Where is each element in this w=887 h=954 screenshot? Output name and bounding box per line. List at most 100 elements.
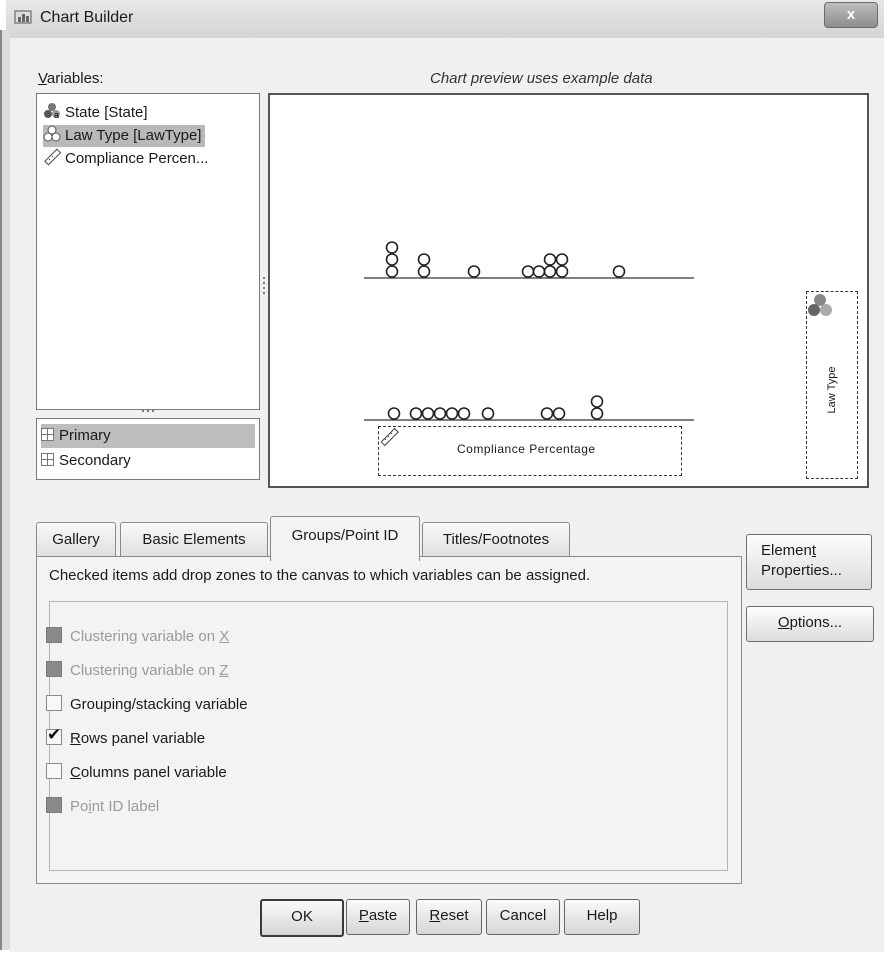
variables-list[interactable]: a State [State] Law Type [LawType] Compl…	[36, 93, 260, 410]
preview-dot	[555, 253, 569, 266]
element-properties-button[interactable]: Element Properties...	[746, 534, 872, 590]
rows-panel-label-box: Law Type	[809, 352, 855, 432]
paste-button[interactable]: Paste	[346, 899, 410, 935]
checkbox-grouping-stacking[interactable]: Grouping/stacking variable	[46, 695, 248, 717]
groups-point-id-panel: Checked items add drop zones to the canv…	[36, 556, 742, 884]
grid-icon	[41, 453, 54, 466]
checkbox-box[interactable]	[46, 661, 62, 677]
ok-button[interactable]: OK	[260, 899, 344, 937]
window-left-border	[0, 30, 10, 950]
checkbox-label: Point ID label	[70, 798, 160, 815]
nominal-variable-icon: a	[44, 103, 60, 120]
variable-item-label: Law Type [LawType]	[65, 127, 202, 144]
title-bar: Chart Builder x	[6, 0, 884, 38]
tab-label: Gallery	[52, 531, 100, 548]
checkbox-box[interactable]	[46, 627, 62, 643]
checkbox-label: Rows panel variable	[70, 730, 206, 747]
x-axis-drop-zone[interactable]: Compliance Percentage	[378, 426, 682, 476]
variable-item-label: State [State]	[65, 104, 148, 121]
preview-dot	[532, 265, 546, 278]
variables-label-mnemonic: V	[38, 70, 47, 87]
checkbox-label: Clustering variable on Z	[70, 662, 229, 679]
preview-dot	[543, 253, 557, 266]
preview-dot	[543, 265, 557, 278]
tab-basic-elements[interactable]: Basic Elements	[120, 522, 268, 557]
tab-label: Titles/Footnotes	[442, 531, 550, 548]
close-button[interactable]: x	[824, 2, 878, 28]
element-item-secondary[interactable]: Secondary	[41, 449, 255, 473]
checkbox-box[interactable]	[46, 763, 62, 779]
preview-dots-row	[385, 241, 626, 278]
element-item-label: Secondary	[59, 452, 131, 469]
panel-hint-text: Checked items add drop zones to the canv…	[49, 567, 591, 584]
splitter-grip-icon	[142, 410, 154, 412]
preview-dot	[385, 265, 399, 278]
variable-item-state[interactable]: a State [State]	[43, 102, 148, 124]
preview-dot	[521, 265, 535, 278]
checkbox-rows-panel[interactable]: Rows panel variable	[46, 726, 206, 751]
preview-dots-row	[387, 395, 604, 420]
preview-dot	[552, 407, 566, 420]
grid-icon	[41, 428, 54, 441]
checkbox-box[interactable]	[46, 797, 62, 813]
rows-panel-drop-zone-label: Law Type	[826, 366, 838, 414]
chart-builder-app-icon	[14, 10, 32, 24]
checkbox-box-checked[interactable]	[46, 726, 62, 745]
element-item-primary[interactable]: Primary	[41, 424, 255, 448]
splitter-grip-icon	[263, 277, 265, 294]
preview-dot	[417, 265, 431, 278]
x-axis-drop-zone-label: Compliance Percentage	[457, 442, 596, 456]
element-list[interactable]: Primary Secondary	[36, 418, 260, 480]
reset-button[interactable]: Reset	[416, 899, 482, 935]
variable-item-label: Compliance Percen...	[65, 150, 209, 167]
close-icon: x	[846, 6, 856, 23]
svg-text:a: a	[54, 110, 59, 120]
tab-titles-footnotes[interactable]: Titles/Footnotes	[422, 522, 570, 557]
preview-dot	[467, 265, 481, 278]
chart-builder-window: Chart Builder x Variables: Chart preview…	[0, 0, 885, 952]
preview-dot	[457, 407, 471, 420]
preview-dot	[417, 253, 431, 266]
preview-dot	[540, 407, 554, 420]
nominal-variable-icon	[43, 125, 61, 142]
preview-dot	[385, 253, 399, 266]
checkbox-point-id-label[interactable]: Point ID label	[46, 797, 159, 819]
chart-preview-canvas[interactable]: Compliance Percentage Law Type	[268, 93, 869, 488]
preview-dot	[409, 407, 423, 420]
checkbox-clustering-x[interactable]: Clustering variable on X	[46, 627, 229, 649]
tab-label: Basic Elements	[142, 531, 246, 548]
preview-dot	[590, 407, 604, 420]
variables-label: Variables:	[38, 70, 104, 87]
horizontal-splitter-handle[interactable]	[138, 408, 158, 414]
tab-groups-point-id[interactable]: Groups/Point ID	[270, 516, 420, 561]
cancel-button[interactable]: Cancel	[486, 899, 560, 935]
scale-ruler-icon	[380, 427, 399, 447]
checkbox-columns-panel[interactable]: Columns panel variable	[46, 763, 227, 785]
preview-caption: Chart preview uses example data	[430, 70, 653, 87]
checkbox-label: Clustering variable on X	[70, 628, 230, 645]
element-item-label: Primary	[59, 427, 111, 444]
preview-dot	[590, 395, 604, 408]
checkbox-label: Grouping/stacking variable	[70, 696, 248, 713]
preview-dot	[421, 407, 435, 420]
preview-dot	[481, 407, 495, 420]
preview-dot	[433, 407, 447, 420]
scale-ruler-icon	[44, 148, 61, 166]
preview-dot	[385, 241, 399, 254]
variable-item-compliance[interactable]: Compliance Percen...	[43, 148, 208, 170]
preview-dot	[555, 265, 569, 278]
preview-dot	[387, 407, 401, 420]
vertical-splitter-handle[interactable]	[262, 270, 266, 300]
nominal-variable-icon	[808, 294, 832, 316]
rows-panel-drop-zone[interactable]: Law Type	[806, 291, 858, 479]
help-button[interactable]: Help	[564, 899, 640, 935]
tab-gallery[interactable]: Gallery	[36, 522, 116, 557]
options-button[interactable]: Options...	[746, 606, 874, 642]
checkbox-box[interactable]	[46, 695, 62, 711]
checkbox-clustering-z[interactable]: Clustering variable on Z	[46, 661, 228, 683]
variable-item-law-type[interactable]: Law Type [LawType]	[43, 125, 206, 147]
preview-dot	[612, 265, 626, 278]
variables-label-rest: ariables:	[46, 70, 104, 87]
window-title: Chart Builder	[40, 9, 134, 26]
checkbox-label: Columns panel variable	[70, 764, 227, 781]
